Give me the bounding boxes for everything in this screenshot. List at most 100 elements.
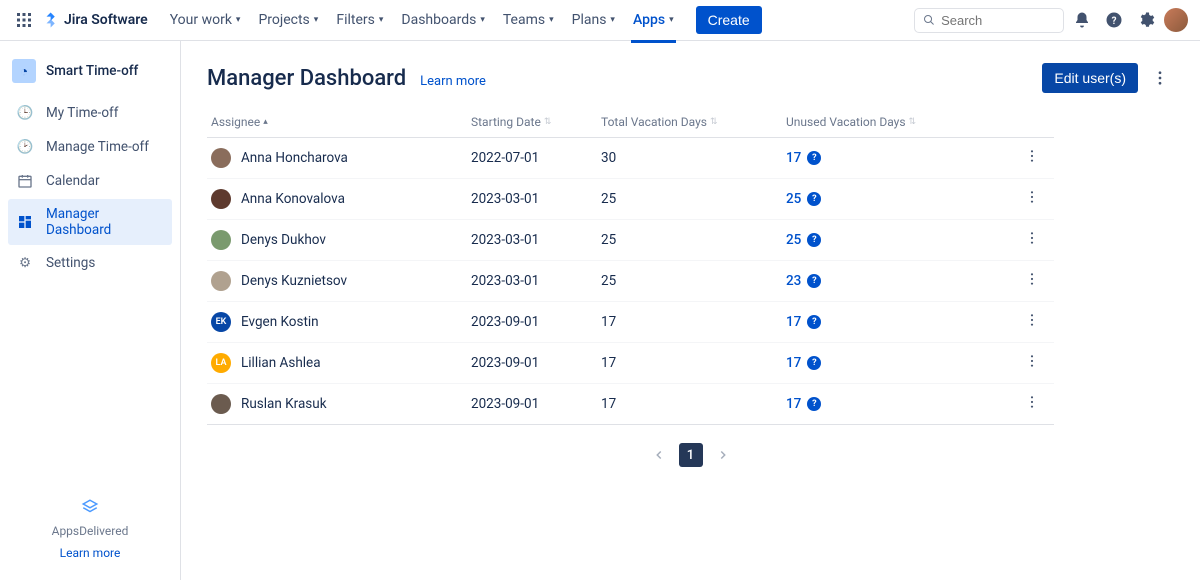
prev-page-button[interactable]	[647, 443, 671, 467]
clock-user-icon: 🕒	[16, 104, 34, 122]
assignee-name: Lillian Ashlea	[241, 355, 321, 371]
chevron-down-icon: ▾	[236, 15, 241, 25]
info-icon[interactable]: ?	[807, 233, 821, 247]
avatar	[211, 230, 231, 250]
footer-brand: AppsDelivered	[52, 524, 129, 538]
row-more-icon[interactable]	[1006, 353, 1046, 373]
assignee-cell[interactable]: Anna Konovalova	[211, 189, 471, 209]
unused-days: 25 ?	[786, 232, 1006, 248]
table-row: Anna Konovalova 2023-03-01 25 25 ?	[207, 179, 1054, 220]
total-days: 17	[601, 396, 786, 412]
unused-days: 17 ?	[786, 150, 1006, 166]
avatar: LA	[211, 353, 231, 373]
page-number[interactable]: 1	[679, 443, 703, 467]
avatar	[211, 271, 231, 291]
total-days: 25	[601, 232, 786, 248]
avatar	[211, 189, 231, 209]
nav-apps[interactable]: Apps▾	[625, 6, 682, 34]
chevron-down-icon: ▾	[610, 15, 615, 25]
settings-icon[interactable]	[1132, 6, 1160, 34]
nav-plans[interactable]: Plans▾	[564, 6, 623, 34]
start-date: 2023-09-01	[471, 314, 601, 330]
assignee-cell[interactable]: LA Lillian Ashlea	[211, 353, 471, 373]
sidebar-item-label: My Time-off	[46, 105, 118, 121]
col-start[interactable]: Starting Date ⇅	[471, 115, 601, 129]
nav-your-work[interactable]: Your work▾	[162, 6, 249, 34]
unused-days: 17 ?	[786, 396, 1006, 412]
dashboard-icon	[16, 213, 34, 231]
edit-users-button[interactable]: Edit user(s)	[1042, 63, 1138, 93]
sidebar-item-settings[interactable]: ⚙ Settings	[8, 247, 172, 279]
table-row: Ruslan Krasuk 2023-09-01 17 17 ?	[207, 384, 1054, 425]
assignee-name: Anna Honcharova	[241, 150, 348, 166]
col-assignee[interactable]: Assignee ▴	[211, 115, 471, 129]
sidebar-item-manage-time-off[interactable]: 🕑 Manage Time-off	[8, 131, 172, 163]
sidebar-item-my-time-off[interactable]: 🕒 My Time-off	[8, 97, 172, 129]
table-header: Assignee ▴ Starting Date ⇅ Total Vacatio…	[207, 115, 1054, 138]
info-icon[interactable]: ?	[807, 315, 821, 329]
table-row: Denys Kuznietsov 2023-03-01 25 23 ?	[207, 261, 1054, 302]
unused-days: 23 ?	[786, 273, 1006, 289]
sidebar-item-manager-dashboard[interactable]: Manager Dashboard	[8, 199, 172, 245]
start-date: 2023-03-01	[471, 273, 601, 289]
page-more-icon[interactable]	[1146, 64, 1174, 92]
unused-days: 25 ?	[786, 191, 1006, 207]
search-input[interactable]	[914, 8, 1064, 33]
row-more-icon[interactable]	[1006, 271, 1046, 291]
info-icon[interactable]: ?	[807, 192, 821, 206]
col-unused[interactable]: Unused Vacation Days ⇅	[786, 115, 1006, 129]
sidebar-item-label: Settings	[46, 255, 95, 271]
avatar	[211, 148, 231, 168]
assignee-cell[interactable]: Denys Kuznietsov	[211, 271, 471, 291]
notifications-icon[interactable]	[1068, 6, 1096, 34]
product-logo[interactable]: Jira Software	[42, 11, 148, 29]
total-days: 17	[601, 355, 786, 371]
unused-days: 17 ?	[786, 355, 1006, 371]
col-total[interactable]: Total Vacation Days ⇅	[601, 115, 786, 129]
row-more-icon[interactable]	[1006, 312, 1046, 332]
info-icon[interactable]: ?	[807, 274, 821, 288]
page-header: Manager Dashboard Learn more Edit user(s…	[207, 63, 1174, 93]
chevron-down-icon: ▾	[314, 15, 319, 25]
assignee-cell[interactable]: EK Evgen Kostin	[211, 312, 471, 332]
app-switcher-icon[interactable]	[12, 8, 36, 32]
unused-days: 17 ?	[786, 314, 1006, 330]
profile-avatar[interactable]	[1164, 8, 1188, 32]
table-row: Denys Dukhov 2023-03-01 25 25 ?	[207, 220, 1054, 261]
info-icon[interactable]: ?	[807, 356, 821, 370]
row-more-icon[interactable]	[1006, 230, 1046, 250]
start-date: 2023-03-01	[471, 191, 601, 207]
chevron-down-icon: ▾	[549, 15, 554, 25]
learn-more-link[interactable]: Learn more	[420, 74, 486, 89]
info-icon[interactable]: ?	[807, 397, 821, 411]
nav-projects[interactable]: Projects▾	[250, 6, 326, 34]
next-page-button[interactable]	[711, 443, 735, 467]
row-more-icon[interactable]	[1006, 394, 1046, 414]
sidebar-footer: AppsDelivered Learn more	[8, 498, 172, 568]
nav-filters[interactable]: Filters▾	[328, 6, 391, 34]
start-date: 2023-09-01	[471, 355, 601, 371]
table-row: EK Evgen Kostin 2023-09-01 17 17 ?	[207, 302, 1054, 343]
nav-teams[interactable]: Teams▾	[495, 6, 562, 34]
assignee-name: Ruslan Krasuk	[241, 396, 327, 412]
row-more-icon[interactable]	[1006, 148, 1046, 168]
row-more-icon[interactable]	[1006, 189, 1046, 209]
nav-dashboards[interactable]: Dashboards▾	[393, 6, 492, 34]
footer-learn-more-link[interactable]: Learn more	[8, 546, 172, 560]
create-button[interactable]: Create	[696, 6, 762, 34]
assignee-cell[interactable]: Ruslan Krasuk	[211, 394, 471, 414]
avatar: EK	[211, 312, 231, 332]
main-content: Manager Dashboard Learn more Edit user(s…	[181, 41, 1200, 580]
app-title[interactable]: ◔ Smart Time-off	[8, 53, 172, 97]
sidebar-nav: 🕒 My Time-off 🕑 Manage Time-off Calendar…	[8, 97, 172, 279]
assignee-cell[interactable]: Anna Honcharova	[211, 148, 471, 168]
start-date: 2023-09-01	[471, 396, 601, 412]
help-icon[interactable]: ?	[1100, 6, 1128, 34]
assignee-name: Evgen Kostin	[241, 314, 319, 330]
chevron-down-icon: ▾	[379, 15, 384, 25]
info-icon[interactable]: ?	[807, 151, 821, 165]
sidebar-item-calendar[interactable]: Calendar	[8, 165, 172, 197]
assignee-name: Denys Dukhov	[241, 232, 326, 248]
assignee-cell[interactable]: Denys Dukhov	[211, 230, 471, 250]
stack-icon	[8, 498, 172, 520]
